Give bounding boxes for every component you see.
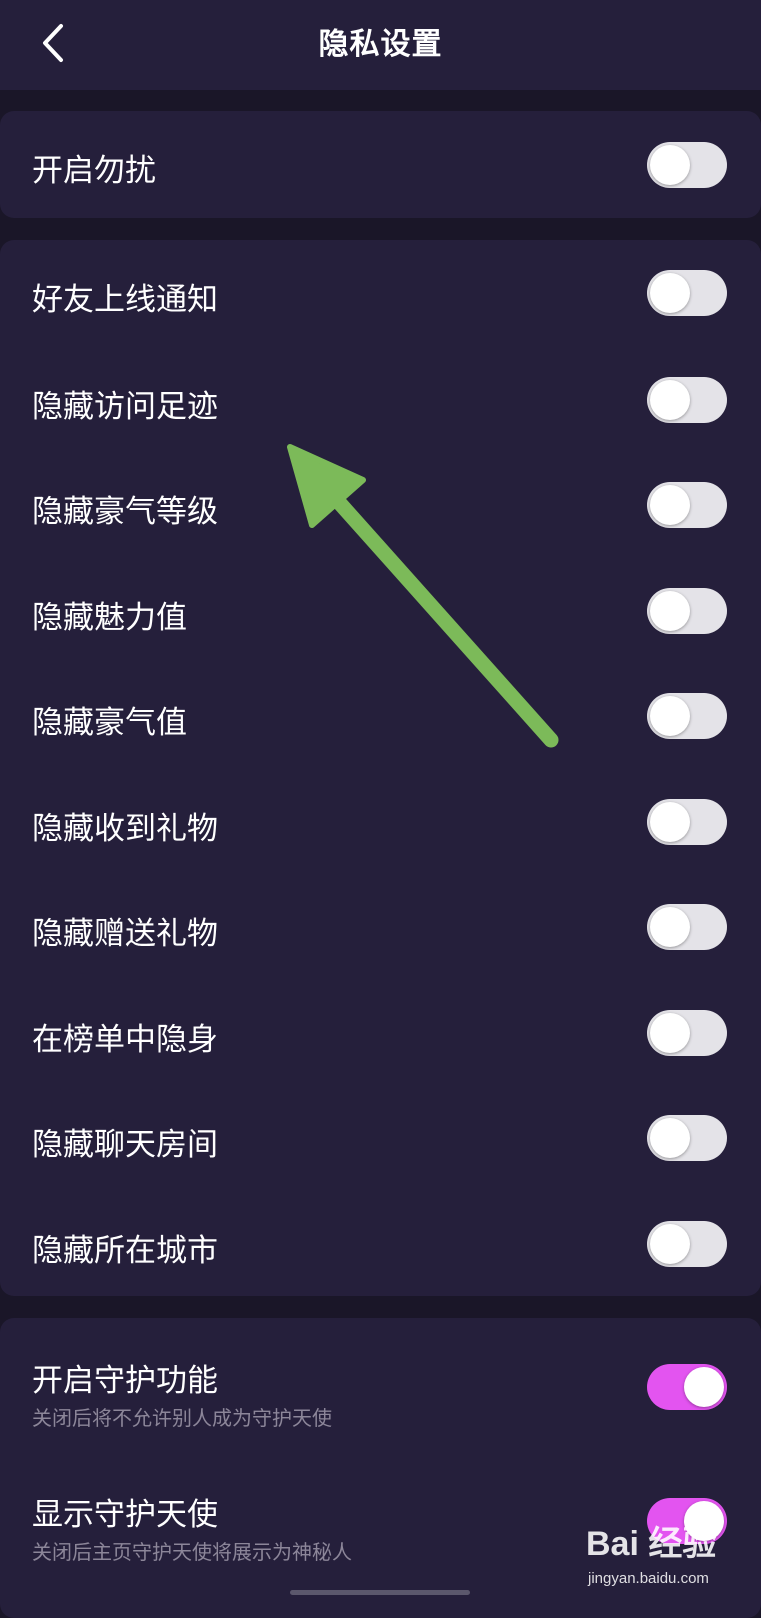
setting-row: 隐藏豪气等级 — [0, 453, 761, 559]
setting-label: 隐藏访问足迹 — [32, 389, 218, 425]
setting-row: 在榜单中隐身 — [0, 981, 761, 1086]
toggle-switch[interactable] — [647, 377, 727, 423]
toggle-switch[interactable] — [647, 1364, 727, 1410]
setting-label: 隐藏赠送礼物 — [32, 916, 218, 952]
toggle-knob — [684, 1367, 724, 1407]
toggle-switch[interactable] — [647, 1221, 727, 1267]
setting-label: 开启守护功能 — [32, 1363, 218, 1399]
toggle-switch[interactable] — [647, 270, 727, 316]
setting-label: 开启勿扰 — [32, 153, 156, 189]
setting-label: 显示守护天使 — [32, 1497, 218, 1533]
setting-label: 隐藏聊天房间 — [32, 1127, 218, 1163]
toggle-knob — [650, 591, 690, 631]
toggle-knob — [650, 907, 690, 947]
toggle-switch[interactable] — [647, 1115, 727, 1161]
toggle-knob — [650, 485, 690, 525]
setting-description: 关闭后主页守护天使将展示为神秘人 — [32, 1540, 352, 1564]
page-title: 隐私设置 — [318, 27, 443, 62]
baidu-watermark: Bai 经验 jingyan.baidu.com — [580, 1510, 755, 1598]
toggle-switch[interactable] — [647, 693, 727, 739]
toggle-switch[interactable] — [647, 799, 727, 845]
toggle-knob — [650, 273, 690, 313]
setting-label: 隐藏豪气值 — [32, 705, 187, 741]
setting-row: 隐藏豪气值 — [0, 664, 761, 770]
setting-description: 关闭后将不允许别人成为守护天使 — [32, 1406, 332, 1430]
toggle-switch[interactable] — [647, 1010, 727, 1056]
toggle-switch[interactable] — [647, 482, 727, 528]
setting-row-dnd: 开启勿扰 — [0, 111, 761, 218]
setting-label: 隐藏豪气等级 — [32, 494, 218, 530]
setting-row: 隐藏魅力值 — [0, 559, 761, 664]
home-indicator — [290, 1590, 470, 1595]
setting-label: 好友上线通知 — [32, 282, 218, 318]
toggle-knob — [650, 1224, 690, 1264]
setting-row: 隐藏所在城市 — [0, 1192, 761, 1296]
toggle-knob — [650, 145, 690, 185]
toggle-switch[interactable] — [647, 904, 727, 950]
toggle-knob — [650, 380, 690, 420]
dnd-card: 开启勿扰 — [0, 111, 761, 218]
watermark-logo: Bai 经验 — [586, 1525, 717, 1563]
privacy-card: 好友上线通知 隐藏访问足迹 隐藏豪气等级 隐藏魅力值 隐藏豪气值 隐藏收到礼物 … — [0, 240, 761, 1296]
watermark-url: jingyan.baidu.com — [588, 1570, 709, 1587]
setting-row-guard: 开启守护功能 关闭后将不允许别人成为守护天使 — [0, 1318, 761, 1452]
setting-row: 隐藏赠送礼物 — [0, 875, 761, 981]
setting-label: 在榜单中隐身 — [32, 1022, 218, 1058]
toggle-switch[interactable] — [647, 142, 727, 188]
setting-row: 隐藏聊天房间 — [0, 1086, 761, 1192]
toggle-knob — [650, 696, 690, 736]
toggle-knob — [650, 1118, 690, 1158]
toggle-knob — [650, 802, 690, 842]
toggle-switch[interactable] — [647, 588, 727, 634]
setting-row: 隐藏访问足迹 — [0, 348, 761, 453]
setting-label: 隐藏所在城市 — [32, 1233, 218, 1269]
setting-row: 好友上线通知 — [0, 240, 761, 348]
toggle-knob — [650, 1013, 690, 1053]
setting-label: 隐藏收到礼物 — [32, 811, 218, 847]
setting-label: 隐藏魅力值 — [32, 600, 187, 636]
setting-row: 隐藏收到礼物 — [0, 770, 761, 875]
top-nav-bar: 隐私设置 — [0, 0, 761, 90]
